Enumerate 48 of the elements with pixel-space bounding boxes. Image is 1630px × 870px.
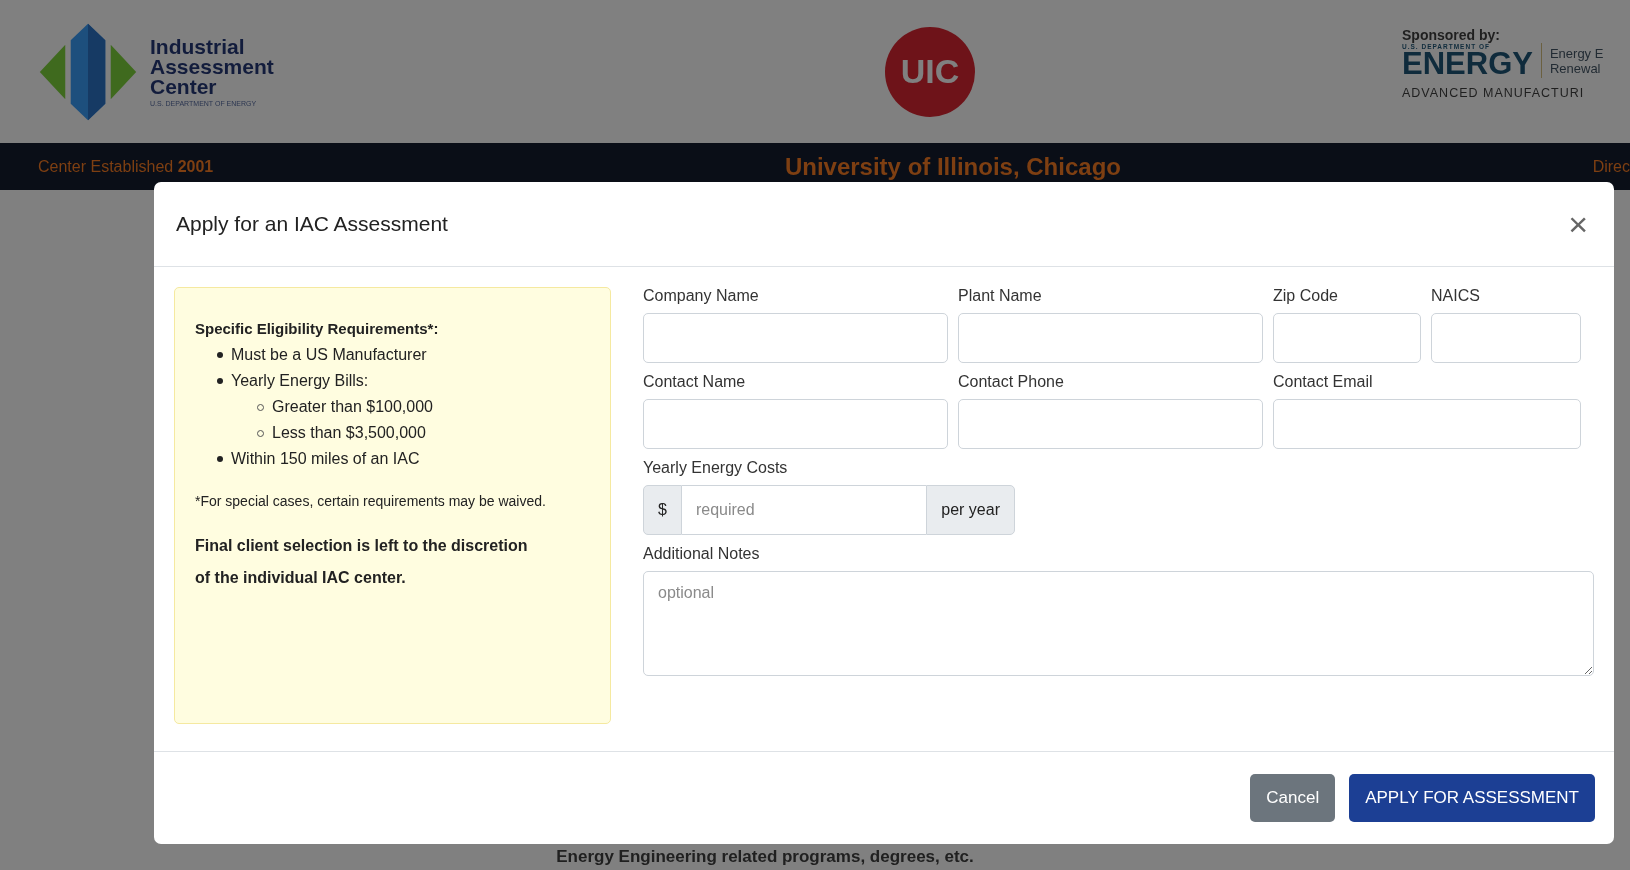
bullet-icon bbox=[217, 352, 223, 358]
input-field[interactable] bbox=[1273, 399, 1581, 449]
logo-text: Renewal bbox=[1549, 60, 1602, 76]
logo-text: Assessment bbox=[150, 56, 274, 77]
sponsor-label: Sponsored by: bbox=[1402, 27, 1501, 43]
notes-field[interactable]: optional bbox=[643, 571, 1594, 676]
requirement-text: Must be a US Manufacturer bbox=[231, 345, 427, 365]
logo-text: Energy E bbox=[1549, 45, 1604, 61]
logo-text: Center bbox=[150, 76, 218, 97]
field-label: Contact Phone bbox=[958, 373, 1065, 391]
field-label: Additional Notes bbox=[643, 545, 761, 563]
bullet-icon bbox=[217, 378, 223, 384]
apply-button[interactable]: APPLY FOR ASSESSMENT bbox=[1349, 774, 1595, 822]
cancel-button[interactable]: Cancel bbox=[1250, 774, 1336, 822]
input-field[interactable] bbox=[643, 313, 948, 363]
requirement-text: Greater than $100,000 bbox=[272, 397, 433, 417]
input-field[interactable] bbox=[1431, 313, 1581, 363]
field-label: Contact Email bbox=[1273, 373, 1374, 391]
bullet-icon bbox=[217, 456, 223, 462]
requirement-text: Yearly Energy Bills: bbox=[231, 371, 369, 391]
logo-text: ADVANCED MANUFACTURI bbox=[1402, 86, 1586, 100]
input-field[interactable] bbox=[1273, 313, 1421, 363]
input-field[interactable] bbox=[643, 399, 948, 449]
currency-addon: $ bbox=[643, 485, 682, 535]
eligibility-title: Specific Eligibility Requirements*: bbox=[195, 320, 440, 337]
footnote-text: *For special cases, certain requirements may be waived. bbox=[195, 492, 547, 511]
field-label: Contact Name bbox=[643, 373, 747, 391]
unit-addon: per year bbox=[926, 485, 1015, 535]
requirement-text: Within 150 miles of an IAC bbox=[231, 449, 420, 469]
selection-note: Final client selection is left to the discretion of the individual IAC center. bbox=[195, 536, 529, 588]
requirement-text: Less than $3,500,000 bbox=[272, 423, 426, 443]
close-button[interactable]: × bbox=[1562, 204, 1594, 244]
field-label: Yearly Energy Costs bbox=[643, 459, 789, 477]
cost-input[interactable]: required bbox=[681, 485, 927, 535]
section-text: Energy Engineering related programs, degrees, etc. bbox=[556, 847, 974, 867]
uic-logo: UIC bbox=[885, 26, 975, 117]
university-title: University of Illinois, Chicago bbox=[784, 152, 1121, 181]
logo-text: Industrial bbox=[150, 36, 246, 57]
field-label: NAICS bbox=[1431, 287, 1481, 305]
established-text: Center Established 2001 bbox=[38, 157, 214, 176]
iac-logo-icon bbox=[38, 21, 138, 122]
field-label: Company Name bbox=[643, 287, 760, 305]
field-label: Plant Name bbox=[958, 287, 1043, 305]
field-label: Zip Code bbox=[1273, 287, 1339, 305]
input-field[interactable] bbox=[958, 313, 1263, 363]
logo-text: ENERGY bbox=[1402, 50, 1533, 78]
input-field[interactable] bbox=[958, 399, 1263, 449]
modal-title: Apply for an IAC Assessment bbox=[176, 212, 448, 236]
